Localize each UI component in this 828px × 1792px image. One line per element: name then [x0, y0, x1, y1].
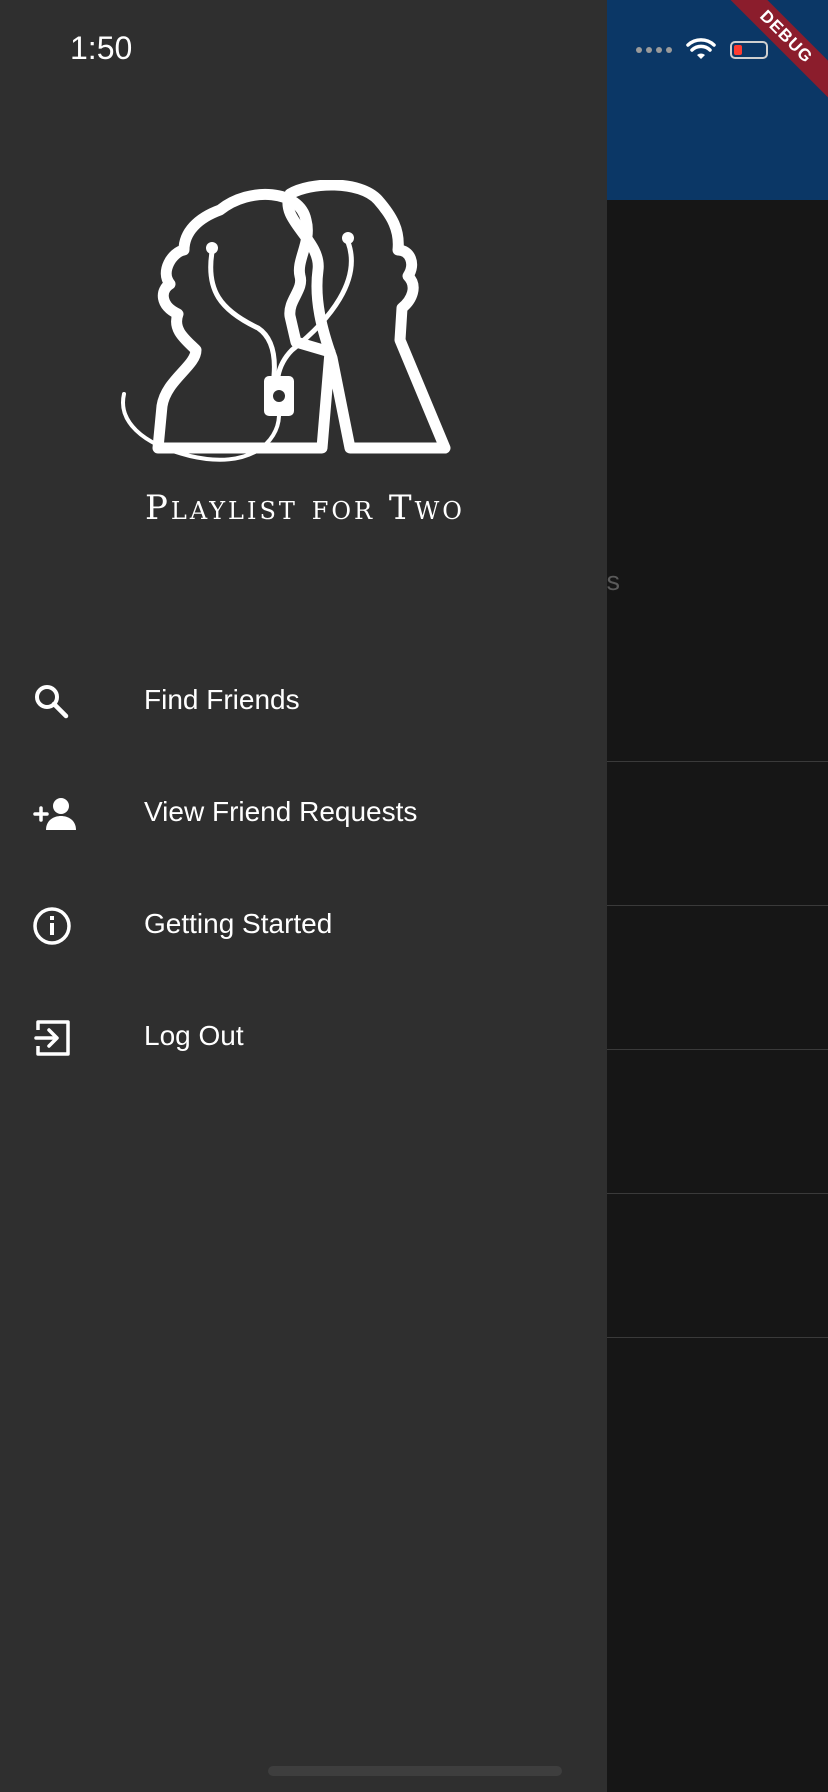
menu-item-log-out[interactable]: Log Out — [0, 982, 607, 1094]
app-logo: Playlist for Two — [100, 179, 510, 540]
menu-item-getting-started[interactable]: Getting Started — [0, 870, 607, 982]
wifi-icon — [686, 38, 716, 59]
person-add-icon — [33, 798, 76, 830]
cellular-signal-icon — [636, 47, 672, 53]
status-icons — [636, 36, 768, 64]
menu-item-label: Find Friends — [144, 684, 300, 715]
info-icon — [33, 907, 71, 945]
menu-item-label: Getting Started — [144, 908, 333, 939]
status-time: 1:50 — [70, 30, 133, 66]
search-icon — [35, 685, 69, 719]
logout-icon — [34, 1020, 70, 1056]
drawer-menu: Find Friends View Friend Requests Gettin… — [0, 646, 607, 1094]
menu-item-find-friends[interactable]: Find Friends — [0, 646, 607, 758]
battery-icon — [730, 41, 768, 59]
two-heads-headphones-logo-icon — [121, 179, 451, 462]
home-indicator[interactable] — [268, 1766, 562, 1776]
app-logo-title: Playlist for Two — [145, 488, 465, 528]
menu-item-label: View Friend Requests — [144, 796, 418, 827]
navigation-drawer: 1:50 Playlist for Two Find Friends View … — [0, 0, 607, 1792]
menu-item-view-friend-requests[interactable]: View Friend Requests — [0, 758, 607, 870]
menu-item-label: Log Out — [144, 1020, 244, 1051]
